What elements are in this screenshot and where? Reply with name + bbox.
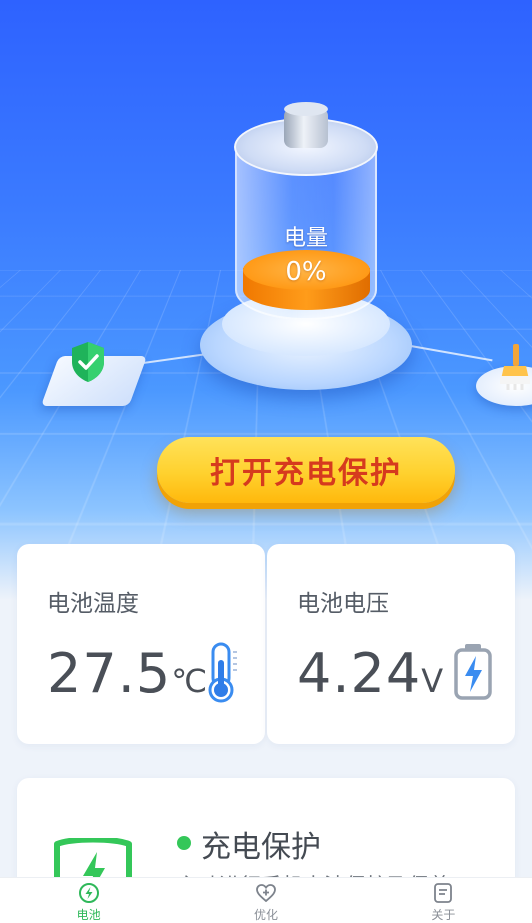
charge-value: 0% xyxy=(285,257,327,287)
temperature-title: 电池温度 xyxy=(47,591,139,617)
hero-section: 电量 0% 打开充电保护 xyxy=(0,0,532,600)
voltage-value: 4.24 xyxy=(297,642,422,705)
thermometer-icon xyxy=(208,642,237,703)
battery-bolt-icon xyxy=(454,644,492,700)
enable-charge-protection-button[interactable]: 打开充电保护 xyxy=(157,437,455,503)
nav-label-battery: 电池 xyxy=(76,908,101,922)
bottom-nav: 电池 优化 关于 xyxy=(0,877,532,923)
charge-protection-title: 充电保护 xyxy=(201,830,321,865)
voltage-unit: V xyxy=(421,662,444,700)
shield-check-icon xyxy=(72,342,104,382)
nav-item-about[interactable]: 关于 xyxy=(355,878,532,923)
nav-label-about: 关于 xyxy=(431,908,456,922)
document-icon xyxy=(434,883,453,903)
battery-temperature-card: 电池温度 27.5℃ xyxy=(17,544,265,744)
status-dot xyxy=(177,836,191,850)
charge-label: 电量 xyxy=(283,226,328,251)
battery-voltage-card: 电池电压 4.24V xyxy=(267,544,515,744)
temperature-unit: ℃ xyxy=(171,662,208,700)
battery-terminal-top xyxy=(284,102,328,116)
heart-plus-icon xyxy=(256,884,276,903)
nav-item-battery[interactable]: 电池 xyxy=(0,878,177,923)
voltage-value-row: 4.24V xyxy=(297,642,443,713)
nav-label-optimize: 优化 xyxy=(253,908,278,922)
nav-item-optimize[interactable]: 优化 xyxy=(177,878,354,923)
broom-icon xyxy=(500,344,530,390)
temperature-value-row: 27.5℃ xyxy=(47,642,207,713)
bolt-circle-icon xyxy=(78,883,99,903)
voltage-title: 电池电压 xyxy=(297,591,389,617)
temperature-value: 27.5 xyxy=(47,642,172,705)
